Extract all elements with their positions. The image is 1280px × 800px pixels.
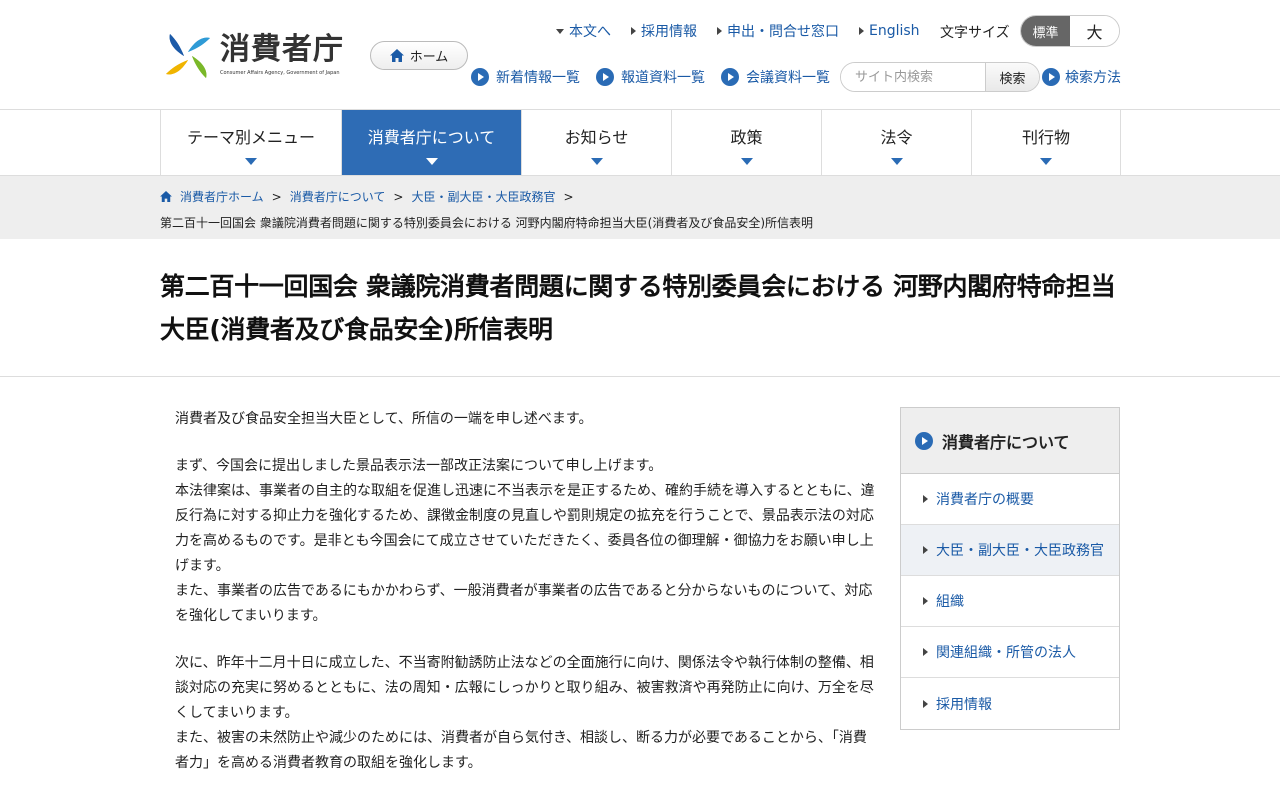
triangle-right-icon	[923, 597, 928, 605]
breadcrumb-current: 第二百十一回国会 衆議院消費者問題に関する特別委員会における 河野内閣府特命担当…	[160, 216, 813, 230]
breadcrumb-about-link[interactable]: 消費者庁について	[290, 188, 386, 205]
sidebar-title-label: 消費者庁について	[942, 432, 1070, 452]
sidebar-item-label: 大臣・副大臣・大臣政務官	[936, 543, 1104, 559]
paragraph: まず、今国会に提出しました景品表示法一部改正法案について申し上げます。	[175, 458, 663, 474]
breadcrumb: 消費者庁ホーム > 消費者庁について > 大臣・副大臣・大臣政務官 > 第二百十…	[0, 176, 1280, 239]
paragraph: また、事業者の広告であるにもかかわらず、一般消費者が事業者の広告であると分からな…	[175, 583, 873, 624]
font-size-switcher: 標準 大	[1020, 15, 1120, 47]
home-button-label: ホーム	[409, 50, 449, 65]
triangle-right-icon	[923, 546, 928, 554]
breadcrumb-home-link[interactable]: 消費者庁ホーム	[180, 188, 264, 205]
press-release-list-link[interactable]: 報道資料一覧	[596, 67, 705, 87]
skip-to-content-link[interactable]: 本文へ	[556, 21, 611, 41]
site-logo[interactable]: 消費者庁 Consumer Affairs Agency, Government…	[160, 28, 344, 84]
home-icon	[389, 49, 404, 62]
triangle-right-icon	[923, 699, 928, 708]
sidebar-item-recruitment[interactable]: 採用情報	[901, 678, 1119, 729]
link-label: 本文へ	[569, 24, 611, 40]
nav-policy[interactable]: 政策	[672, 110, 822, 175]
triangle-right-icon	[859, 27, 864, 35]
chevron-down-icon	[1040, 158, 1052, 165]
triangle-right-icon	[631, 27, 636, 35]
top-links: 本文へ 採用情報 申出・問合せ窓口 English	[556, 21, 920, 41]
arrow-circle-icon	[721, 68, 739, 86]
nav-about-caa[interactable]: 消費者庁について	[342, 110, 522, 175]
recruitment-link[interactable]: 採用情報	[631, 21, 697, 41]
sidebar-item-organization[interactable]: 組織	[901, 576, 1119, 627]
link-label: 報道資料一覧	[621, 70, 705, 86]
sidebar-item-label: 採用情報	[936, 696, 992, 713]
paragraph: 本法律案は、事業者の自主的な取組を促進し迅速に不当表示を是正するため、確約手続を…	[175, 483, 875, 574]
meeting-materials-list-link[interactable]: 会議資料一覧	[721, 67, 830, 87]
triangle-right-icon	[923, 648, 928, 656]
sidebar-item-label: 関連組織・所管の法人	[936, 645, 1076, 661]
font-size-large-button[interactable]: 大	[1070, 16, 1119, 46]
chevron-down-icon	[245, 158, 257, 165]
font-size-label: 文字サイズ	[940, 25, 1010, 41]
nav-label: テーマ別メニュー	[186, 128, 315, 147]
caa-logo-icon	[166, 34, 210, 78]
chevron-down-icon	[740, 158, 753, 165]
triangle-down-icon	[556, 28, 564, 34]
chevron-down-icon	[425, 158, 438, 165]
site-search: 検索	[840, 62, 1040, 92]
sidebar: 消費者庁について 消費者庁の概要 大臣・副大臣・大臣政務官 組織 関連組織・所管…	[900, 407, 1120, 730]
link-label: 採用情報	[641, 24, 697, 40]
search-button[interactable]: 検索	[985, 63, 1039, 91]
site-header: 消費者庁 Consumer Affairs Agency, Government…	[0, 0, 1280, 110]
chevron-down-icon	[590, 158, 603, 165]
english-link[interactable]: English	[859, 23, 920, 39]
link-label: 会議資料一覧	[746, 70, 830, 86]
arrow-circle-icon	[596, 68, 614, 86]
breadcrumb-separator: >	[271, 189, 282, 204]
paragraph: 消費者及び食品安全担当大臣として、所信の一端を申し述べます。	[175, 411, 593, 427]
arrow-circle-icon	[1042, 68, 1060, 86]
paragraph: また、被害の未然防止や減少のためには、消費者が自ら気付き、相談し、断る力が必要で…	[175, 730, 867, 771]
home-button[interactable]: ホーム	[370, 41, 468, 70]
inquiry-link[interactable]: 申出・問合せ窓口	[717, 21, 839, 41]
news-list-link[interactable]: 新着情報一覧	[471, 67, 580, 87]
link-label: 申出・問合せ窓口	[727, 24, 839, 40]
nav-label: 政策	[730, 128, 763, 147]
paragraph: 次に、昨年十二月十日に成立した、不当寄附勧誘防止法などの全面施行に向け、関係法令…	[175, 655, 874, 721]
sidebar-item-related-orgs[interactable]: 関連組織・所管の法人	[901, 627, 1119, 678]
article-body: 消費者及び食品安全担当大臣として、所信の一端を申し述べます。 まず、今国会に提出…	[175, 407, 877, 798]
link-label: English	[869, 23, 920, 39]
breadcrumb-separator: >	[393, 189, 404, 204]
sidebar-title[interactable]: 消費者庁について	[901, 408, 1119, 474]
link-label: 検索方法	[1065, 70, 1121, 86]
sidebar-item-label: 消費者庁の概要	[936, 492, 1034, 508]
title-area: 第二百十一回国会 衆議院消費者問題に関する特別委員会における 河野内閣府特命担当…	[0, 239, 1280, 377]
page-title: 第二百十一回国会 衆議院消費者問題に関する特別委員会における 河野内閣府特命担当…	[160, 272, 1116, 344]
nav-label: 消費者庁について	[367, 128, 496, 147]
home-icon	[160, 191, 172, 202]
main-content: 消費者及び食品安全担当大臣として、所信の一端を申し述べます。 まず、今国会に提出…	[0, 377, 1280, 800]
global-nav: テーマ別メニュー 消費者庁について お知らせ 政策 法令 刊行物	[0, 110, 1280, 176]
nav-label: お知らせ	[564, 128, 629, 147]
logo-subtitle: Consumer Affairs Agency, Government of J…	[220, 70, 340, 76]
sidebar-item-ministers[interactable]: 大臣・副大臣・大臣政務官	[901, 525, 1119, 576]
sub-links: 新着情報一覧 報道資料一覧 会議資料一覧	[471, 67, 830, 87]
arrow-circle-icon	[471, 68, 489, 86]
triangle-right-icon	[923, 495, 928, 503]
font-size-standard-button[interactable]: 標準	[1021, 16, 1070, 46]
breadcrumb-ministers-link[interactable]: 大臣・副大臣・大臣政務官	[411, 188, 555, 205]
search-input[interactable]	[841, 63, 985, 91]
link-label: 新着情報一覧	[496, 70, 580, 86]
nav-label: 法令	[880, 128, 913, 147]
breadcrumb-separator: >	[563, 189, 574, 204]
sidebar-item-label: 組織	[936, 594, 964, 610]
sidebar-item-overview[interactable]: 消費者庁の概要	[901, 474, 1119, 525]
search-help-link[interactable]: 検索方法	[1042, 67, 1121, 87]
nav-notices[interactable]: お知らせ	[522, 110, 672, 175]
nav-label: 刊行物	[1021, 128, 1070, 147]
nav-theme-menu[interactable]: テーマ別メニュー	[161, 110, 342, 175]
logo-name: 消費者庁	[220, 32, 344, 67]
nav-publications[interactable]: 刊行物	[972, 110, 1121, 175]
nav-laws[interactable]: 法令	[822, 110, 972, 175]
arrow-circle-icon	[915, 431, 933, 450]
triangle-right-icon	[717, 27, 722, 35]
chevron-down-icon	[890, 158, 903, 165]
